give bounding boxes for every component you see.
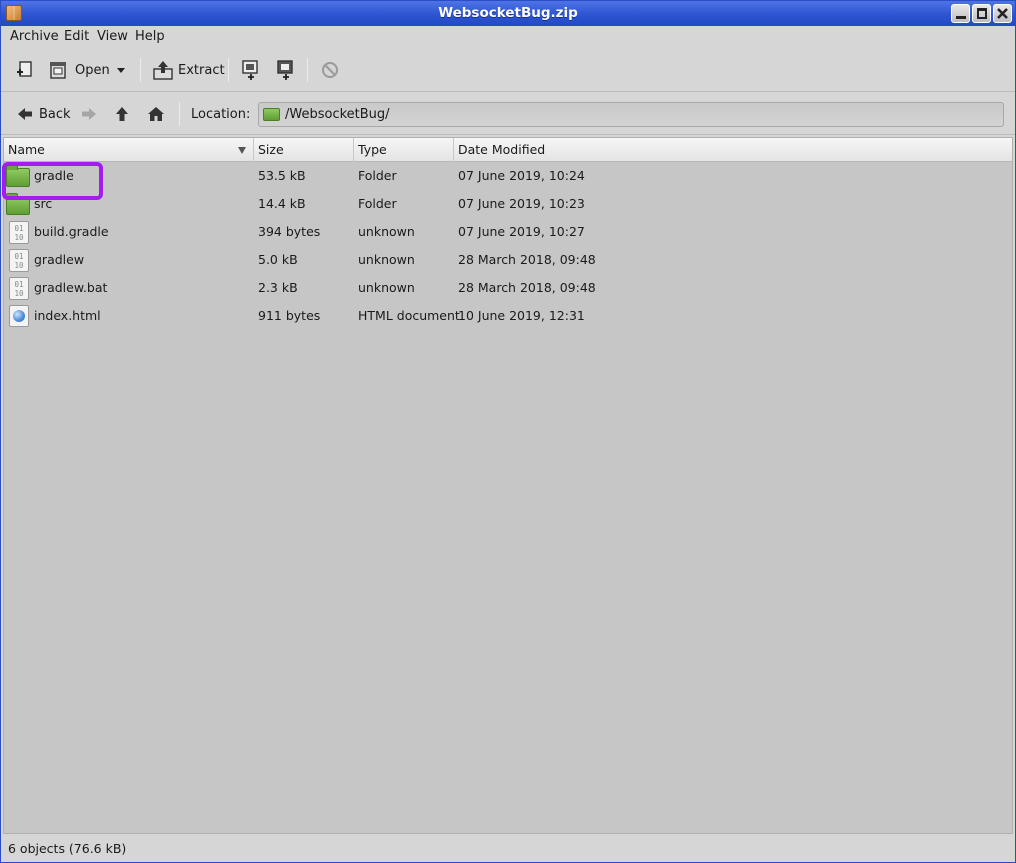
file-size: 14.4 kB bbox=[258, 196, 306, 211]
new-archive-button[interactable] bbox=[14, 58, 34, 82]
menu-view[interactable]: View bbox=[97, 29, 128, 44]
extract-icon bbox=[153, 61, 173, 80]
file-list[interactable]: Name Size Type Date Modified gradle 53.5… bbox=[3, 137, 1013, 834]
window-title: WebsocketBug.zip bbox=[438, 5, 578, 21]
back-label: Back bbox=[39, 106, 71, 122]
minimize-button[interactable] bbox=[951, 4, 970, 23]
maximize-button[interactable] bbox=[972, 4, 991, 23]
column-header-date[interactable]: Date Modified bbox=[454, 138, 1012, 162]
add-folder-icon bbox=[277, 60, 293, 80]
column-headers: Name Size Type Date Modified bbox=[4, 138, 1012, 162]
forward-arrow-icon bbox=[82, 108, 96, 120]
file-row[interactable]: src 14.4 kB Folder 07 June 2019, 10:23 bbox=[4, 190, 1012, 218]
toolbar-separator bbox=[140, 58, 141, 82]
highlight-box bbox=[2, 162, 103, 200]
file-type: Folder bbox=[358, 168, 397, 183]
file-date: 10 June 2019, 12:31 bbox=[458, 308, 585, 323]
file-date: 07 June 2019, 10:23 bbox=[458, 196, 585, 211]
column-header-size[interactable]: Size bbox=[254, 138, 354, 162]
file-date: 28 March 2018, 09:48 bbox=[458, 280, 596, 295]
file-size: 5.0 kB bbox=[258, 252, 298, 267]
location-separator bbox=[179, 102, 180, 126]
file-date: 07 June 2019, 10:27 bbox=[458, 224, 585, 239]
file-row[interactable]: gradle 53.5 kB Folder 07 June 2019, 10:2… bbox=[4, 162, 1012, 190]
location-path: /WebsocketBug/ bbox=[285, 107, 390, 122]
file-size: 394 bytes bbox=[258, 224, 321, 239]
column-header-type[interactable]: Type bbox=[354, 138, 454, 162]
add-files-icon bbox=[242, 60, 258, 80]
title-bar[interactable]: WebsocketBug.zip bbox=[1, 1, 1015, 26]
stop-button[interactable] bbox=[321, 58, 339, 82]
toolbar: Open Extract bbox=[1, 48, 1015, 92]
maximize-icon bbox=[977, 8, 987, 19]
forward-button[interactable] bbox=[81, 105, 97, 123]
status-text: 6 objects (76.6 kB) bbox=[8, 841, 127, 856]
file-row[interactable]: 01 10 build.gradle 394 bytes unknown 07 J… bbox=[4, 218, 1012, 246]
home-button[interactable] bbox=[147, 105, 165, 123]
minimize-icon bbox=[956, 16, 966, 19]
extract-label: Extract bbox=[178, 62, 225, 78]
folder-icon bbox=[263, 108, 280, 121]
file-type: Folder bbox=[358, 196, 397, 211]
open-label: Open bbox=[75, 62, 110, 78]
file-size: 2.3 kB bbox=[258, 280, 298, 295]
binary-file-icon: 01 10 bbox=[9, 249, 29, 272]
file-type: HTML document bbox=[358, 308, 460, 323]
file-name: index.html bbox=[34, 308, 101, 323]
location-label: Location: bbox=[191, 106, 251, 122]
file-row[interactable]: 01 10 gradlew 5.0 kB unknown 28 March 201… bbox=[4, 246, 1012, 274]
menu-bar: Archive Edit View Help bbox=[1, 26, 1015, 48]
chevron-down-icon bbox=[117, 68, 125, 73]
back-arrow-icon bbox=[18, 108, 32, 120]
up-button[interactable] bbox=[115, 105, 129, 123]
menu-help[interactable]: Help bbox=[135, 29, 165, 44]
file-name: gradlew.bat bbox=[34, 280, 108, 295]
stop-icon bbox=[322, 62, 338, 78]
file-type: unknown bbox=[358, 252, 415, 267]
file-type: unknown bbox=[358, 224, 415, 239]
open-button[interactable]: Open bbox=[48, 58, 110, 82]
sort-descending-icon bbox=[238, 147, 246, 154]
html-file-icon bbox=[9, 305, 29, 327]
location-bar: Back Location: /WebsocketBug/ bbox=[1, 93, 1015, 135]
binary-file-icon: 01 10 bbox=[9, 221, 29, 244]
file-date: 07 June 2019, 10:24 bbox=[458, 168, 585, 183]
back-button[interactable]: Back bbox=[17, 105, 71, 123]
close-button[interactable] bbox=[993, 4, 1012, 23]
column-header-name-label: Name bbox=[8, 142, 45, 157]
home-icon bbox=[148, 107, 164, 121]
file-size: 53.5 kB bbox=[258, 168, 306, 183]
close-icon bbox=[997, 8, 1008, 19]
toolbar-separator bbox=[307, 58, 308, 82]
file-name: build.gradle bbox=[34, 224, 109, 239]
open-archive-icon bbox=[50, 62, 66, 79]
open-dropdown-button[interactable] bbox=[115, 58, 127, 82]
toolbar-separator bbox=[228, 58, 229, 82]
location-field[interactable]: /WebsocketBug/ bbox=[258, 102, 1004, 127]
status-bar: 6 objects (76.6 kB) bbox=[1, 836, 1015, 862]
add-folder-button[interactable] bbox=[276, 58, 296, 82]
menu-archive[interactable]: Archive bbox=[10, 29, 59, 44]
file-type: unknown bbox=[358, 280, 415, 295]
up-arrow-icon bbox=[116, 107, 128, 121]
file-row[interactable]: 01 10 gradlew.bat 2.3 kB unknown 28 March… bbox=[4, 274, 1012, 302]
add-files-button[interactable] bbox=[241, 58, 261, 82]
extract-button[interactable]: Extract bbox=[152, 58, 225, 82]
file-name: gradlew bbox=[34, 252, 85, 267]
file-date: 28 March 2018, 09:48 bbox=[458, 252, 596, 267]
file-size: 911 bytes bbox=[258, 308, 321, 323]
menu-edit[interactable]: Edit bbox=[64, 29, 89, 44]
binary-file-icon: 01 10 bbox=[9, 277, 29, 300]
file-row[interactable]: index.html 911 bytes HTML document 10 Ju… bbox=[4, 302, 1012, 330]
new-archive-icon bbox=[17, 61, 32, 77]
column-header-name[interactable]: Name bbox=[4, 138, 254, 162]
archive-manager-window: WebsocketBug.zip Archive Edit View Help bbox=[0, 0, 1016, 863]
